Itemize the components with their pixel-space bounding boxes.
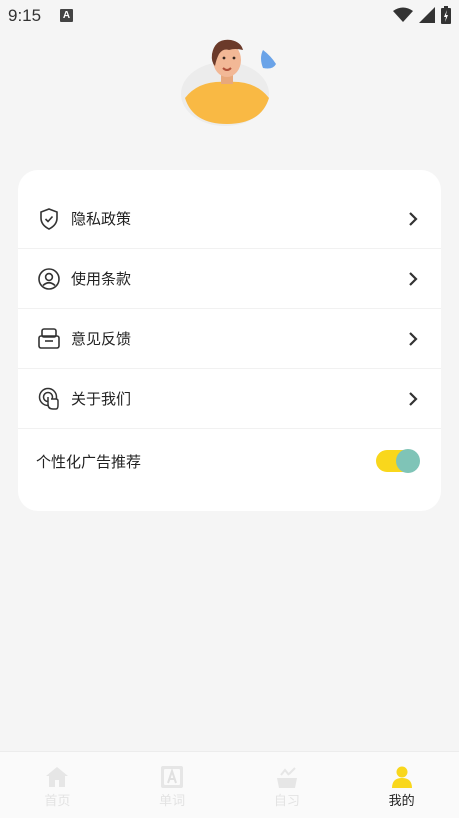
menu-item-feedback[interactable]: 意见反馈 (18, 309, 441, 369)
status-time: 9:15 (8, 6, 42, 25)
shield-icon (40, 208, 58, 230)
profile-icon (391, 766, 412, 788)
study-icon (276, 767, 297, 788)
nav-label: 首页 (44, 794, 71, 809)
status-icons (393, 6, 451, 24)
toggle-knob (396, 449, 420, 473)
menu-item-label: 使用条款 (71, 270, 132, 288)
avatar (179, 36, 279, 128)
menu-item-terms-of-use[interactable]: 使用条款 (18, 249, 441, 309)
menu-item-label: 隐私政策 (71, 210, 132, 228)
personalized-ads-toggle[interactable] (376, 449, 420, 473)
chevron-right-icon (409, 392, 418, 406)
chevron-right-icon (409, 272, 418, 286)
menu-item-privacy-policy[interactable]: 隐私政策 (18, 189, 441, 249)
personalized-ads-label: 个性化广告推荐 (36, 453, 142, 471)
menu-item-label: 意见反馈 (71, 330, 132, 348)
notification-a-icon: A (60, 9, 73, 22)
nav-item-home[interactable]: 首页 (0, 752, 115, 818)
nav-label: 自习 (273, 794, 300, 809)
avatar-illustration (181, 39, 276, 126)
nav-item-mine[interactable]: 我的 (344, 752, 459, 818)
user-circle-icon (38, 268, 60, 290)
about-icon (38, 387, 59, 410)
personalized-ads-row: 个性化广告推荐 (18, 429, 441, 495)
bottom-nav: 首页 单词 自习 我的 (0, 751, 459, 818)
chevron-right-icon (409, 332, 418, 346)
battery-icon (441, 6, 451, 24)
menu-item-label: 关于我们 (71, 390, 132, 408)
nav-label: 我的 (388, 794, 415, 809)
signal-icon (419, 7, 435, 23)
menu-list: 隐私政策 使用条款 意见反馈 关于我们 个性化广告推荐 (18, 189, 441, 495)
nav-label: 单词 (159, 794, 186, 809)
settings-card: 隐私政策 使用条款 意见反馈 关于我们 个性化广告推荐 (18, 170, 441, 511)
wifi-icon (393, 7, 413, 22)
word-icon (161, 766, 184, 788)
chevron-right-icon (409, 212, 418, 226)
nav-item-words[interactable]: 单词 (115, 752, 230, 818)
status-bar: 9:15 A (0, 0, 459, 32)
menu-item-about-us[interactable]: 关于我们 (18, 369, 441, 429)
nav-item-study[interactable]: 自习 (230, 752, 345, 818)
feedback-icon (38, 328, 60, 349)
home-icon (46, 767, 69, 787)
